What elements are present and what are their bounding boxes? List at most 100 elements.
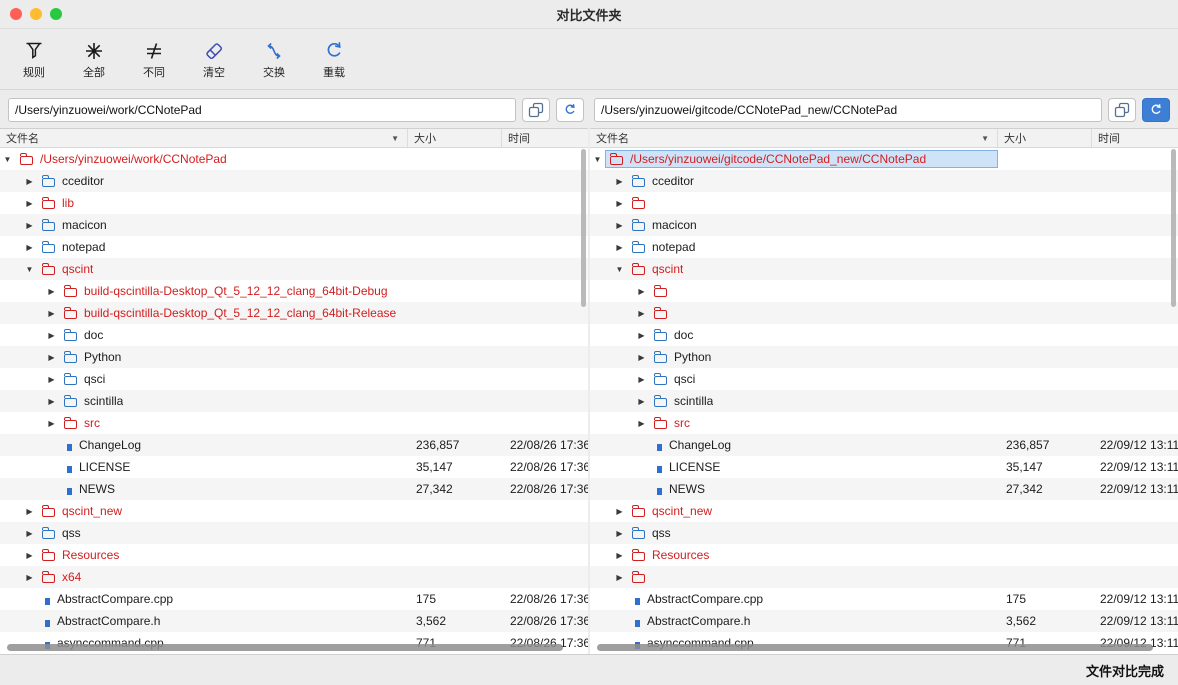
tree-item[interactable]: qss [37,524,408,542]
tree-item[interactable]: LICENSE [649,458,998,476]
tree-row[interactable]: AbstractCompare.cpp17522/09/12 13:11 [590,588,1178,610]
chevron-right-icon[interactable]: ▶ [44,397,59,406]
clear-button[interactable]: 清空 [190,36,238,82]
tree-item[interactable] [649,282,998,300]
tree-item[interactable]: /Users/yinzuowei/work/CCNotePad [15,150,408,168]
tree-item[interactable]: build-qscintilla-Desktop_Qt_5_12_12_clan… [59,304,408,322]
chevron-down-icon[interactable]: ▼ [22,265,37,274]
tree-item[interactable]: qscint [37,260,408,278]
tree-row[interactable]: ▼qscint [590,258,1178,280]
tree-item[interactable]: scintilla [649,392,998,410]
tree-item[interactable]: qscint [627,260,998,278]
left-horizontal-scrollbar[interactable] [7,644,563,651]
tree-row[interactable]: ▶notepad [590,236,1178,258]
chevron-right-icon[interactable]: ▶ [634,375,649,384]
right-vertical-scrollbar[interactable] [1171,149,1176,307]
tree-item[interactable]: src [59,414,408,432]
tree-item[interactable]: LICENSE [59,458,408,476]
tree-row[interactable]: ▶ [590,280,1178,302]
swap-button[interactable]: 交换 [250,36,298,82]
tree-row[interactable]: ▶src [0,412,588,434]
tree-item[interactable]: ChangeLog [649,436,998,454]
tree-row[interactable]: ▶build-qscintilla-Desktop_Qt_5_12_12_cla… [0,280,588,302]
chevron-right-icon[interactable]: ▶ [612,177,627,186]
tree-row[interactable]: ▶build-qscintilla-Desktop_Qt_5_12_12_cla… [0,302,588,324]
tree-item[interactable]: doc [649,326,998,344]
chevron-right-icon[interactable]: ▶ [634,309,649,318]
tree-item[interactable]: qsci [59,370,408,388]
chevron-right-icon[interactable]: ▶ [44,331,59,340]
tree-item[interactable]: AbstractCompare.h [627,612,998,630]
column-header-size[interactable]: 大小 [998,129,1092,147]
chevron-right-icon[interactable]: ▶ [22,221,37,230]
chevron-right-icon[interactable]: ▶ [22,243,37,252]
tree-row[interactable]: AbstractCompare.h3,56222/08/26 17:36 [0,610,588,632]
tree-row[interactable]: ▼/Users/yinzuowei/work/CCNotePad [0,148,588,170]
tree-row[interactable]: AbstractCompare.h3,56222/09/12 13:11 [590,610,1178,632]
right-browse-button[interactable] [1108,98,1136,122]
tree-item[interactable] [627,194,998,212]
tree-item[interactable]: x64 [37,568,408,586]
left-refresh-button[interactable] [556,98,584,122]
tree-item[interactable]: notepad [627,238,998,256]
tree-item[interactable]: macicon [627,216,998,234]
tree-item[interactable]: AbstractCompare.cpp [37,590,408,608]
rules-button[interactable]: 规则 [10,36,58,82]
chevron-right-icon[interactable]: ▶ [22,507,37,516]
tree-row[interactable]: ▼qscint [0,258,588,280]
chevron-down-icon[interactable]: ▼ [590,155,605,164]
tree-item[interactable]: qscint_new [627,502,998,520]
tree-row[interactable]: ChangeLog236,85722/09/12 13:11 [590,434,1178,456]
chevron-down-icon[interactable]: ▼ [0,155,15,164]
chevron-right-icon[interactable]: ▶ [22,551,37,560]
left-path-input[interactable] [8,98,516,122]
tree-row[interactable]: ▶qscint_new [0,500,588,522]
show-different-button[interactable]: 不同 [130,36,178,82]
chevron-right-icon[interactable]: ▶ [612,551,627,560]
tree-item[interactable]: scintilla [59,392,408,410]
tree-item[interactable]: cceditor [627,172,998,190]
tree-row[interactable]: AbstractCompare.cpp17522/08/26 17:36 [0,588,588,610]
tree-row[interactable]: ▶doc [590,324,1178,346]
tree-item[interactable]: AbstractCompare.h [37,612,408,630]
chevron-right-icon[interactable]: ▶ [612,507,627,516]
tree-item[interactable] [649,304,998,322]
right-horizontal-scrollbar[interactable] [597,644,1153,651]
tree-item[interactable]: NEWS [649,480,998,498]
tree-row[interactable]: ▶ [590,566,1178,588]
chevron-right-icon[interactable]: ▶ [612,573,627,582]
tree-row[interactable]: NEWS27,34222/08/26 17:36 [0,478,588,500]
chevron-right-icon[interactable]: ▶ [634,419,649,428]
tree-row[interactable]: ▶Python [0,346,588,368]
tree-item[interactable]: /Users/yinzuowei/gitcode/CCNotePad_new/C… [605,150,998,168]
tree-row[interactable]: ▶ [590,192,1178,214]
tree-item[interactable] [627,568,998,586]
column-header-time[interactable]: 时间 [1092,129,1178,147]
tree-row[interactable]: ▶Resources [0,544,588,566]
tree-row[interactable]: ▶x64 [0,566,588,588]
right-path-input[interactable] [594,98,1102,122]
tree-item[interactable]: Python [649,348,998,366]
close-button[interactable] [10,8,22,20]
chevron-right-icon[interactable]: ▶ [44,353,59,362]
show-all-button[interactable]: 全部 [70,36,118,82]
chevron-right-icon[interactable]: ▶ [634,397,649,406]
column-header-size[interactable]: 大小 [408,129,502,147]
chevron-right-icon[interactable]: ▶ [22,177,37,186]
column-header-time[interactable]: 时间 [502,129,588,147]
minimize-button[interactable] [30,8,42,20]
tree-item[interactable]: Python [59,348,408,366]
tree-row[interactable]: ▶qss [0,522,588,544]
tree-item[interactable]: src [649,414,998,432]
tree-row[interactable]: ▶qss [590,522,1178,544]
tree-row[interactable]: ▶qsci [590,368,1178,390]
chevron-right-icon[interactable]: ▶ [612,199,627,208]
tree-row[interactable]: ▶macicon [590,214,1178,236]
tree-row[interactable]: ▼/Users/yinzuowei/gitcode/CCNotePad_new/… [590,148,1178,170]
tree-row[interactable]: ▶qscint_new [590,500,1178,522]
tree-item[interactable]: qscint_new [37,502,408,520]
tree-row[interactable]: ▶cceditor [590,170,1178,192]
column-header-filename[interactable]: 文件名 ▼ [590,129,998,147]
chevron-right-icon[interactable]: ▶ [44,419,59,428]
tree-item[interactable]: ChangeLog [59,436,408,454]
